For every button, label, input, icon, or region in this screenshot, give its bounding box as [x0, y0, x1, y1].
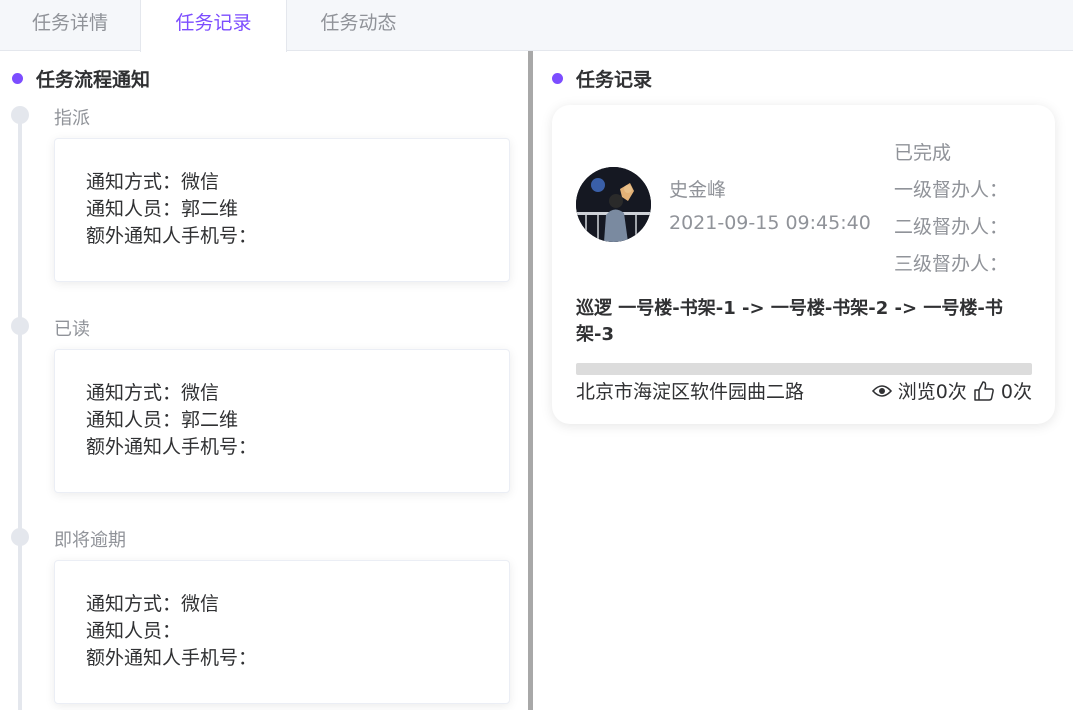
tab-task-activity[interactable]: 任务动态	[287, 0, 430, 51]
like-count: 0次	[1000, 381, 1032, 403]
status-badge: 已完成	[894, 142, 952, 164]
notify-method: 通知方式：微信	[86, 593, 220, 615]
tab-task-record[interactable]: 任务记录	[140, 0, 287, 52]
timeline-label: 指派	[54, 108, 90, 129]
view-count: 浏览0次	[897, 381, 967, 403]
timeline-label: 已读	[54, 319, 90, 340]
thumbs-up-icon[interactable]	[973, 380, 995, 402]
notify-extra-phone: 额外通知人手机号：	[86, 436, 258, 458]
notify-extra-phone: 额外通知人手机号：	[86, 225, 258, 247]
record-user-name: 史金峰	[669, 179, 727, 201]
supervisor-level-2: 二级督办人：	[894, 216, 1009, 238]
notification-panel: 任务流程通知 指派 通知方式：微信 通知人员：郭二维 额外通知人手机号： 已读 …	[0, 51, 528, 710]
notification-card: 通知方式：微信 通知人员： 额外通知人手机号：	[54, 560, 510, 704]
notify-extra-phone: 额外通知人手机号：	[86, 647, 258, 669]
record-panel: 任务记录 史金峰 2021-09-15 09:45:40 已完成 一级督办人： …	[533, 51, 1073, 710]
section-dot-icon	[552, 73, 563, 84]
notify-person: 通知人员：	[86, 620, 182, 642]
notify-person: 通知人员：郭二维	[86, 409, 239, 431]
progress-bar	[576, 363, 1032, 375]
supervisor-level-3: 三级督办人：	[894, 253, 1009, 275]
avatar	[576, 167, 651, 242]
notify-person: 通知人员：郭二维	[86, 198, 239, 220]
notification-card: 通知方式：微信 通知人员：郭二维 额外通知人手机号：	[54, 138, 510, 282]
tab-bar: 任务详情 任务记录 任务动态	[0, 0, 1073, 52]
supervisor-level-1: 一级督办人：	[894, 179, 1009, 201]
timeline-label: 即将逾期	[54, 530, 126, 551]
timeline-node-icon	[11, 106, 29, 124]
patrol-route: 巡逻 一号楼-书架-1 -> 一号楼-书架-2 -> 一号楼-书架-3	[576, 298, 1003, 345]
timeline-line	[18, 113, 22, 710]
timeline-node-icon	[11, 317, 29, 335]
record-timestamp: 2021-09-15 09:45:40	[669, 212, 871, 234]
notification-card: 通知方式：微信 通知人员：郭二维 额外通知人手机号：	[54, 349, 510, 493]
tab-task-detail[interactable]: 任务详情	[0, 0, 140, 51]
timeline-node-icon	[11, 528, 29, 546]
notify-method: 通知方式：微信	[86, 382, 220, 404]
notify-method: 通知方式：微信	[86, 171, 220, 193]
record-address: 北京市海淀区软件园曲二路	[576, 381, 805, 403]
eye-icon	[871, 384, 892, 398]
record-section-title: 任务记录	[552, 65, 652, 92]
notification-section-title: 任务流程通知	[12, 65, 150, 92]
record-stats: 浏览0次 0次	[871, 377, 1032, 404]
section-dot-icon	[12, 73, 23, 84]
record-card[interactable]: 史金峰 2021-09-15 09:45:40 已完成 一级督办人： 二级督办人…	[552, 105, 1055, 424]
